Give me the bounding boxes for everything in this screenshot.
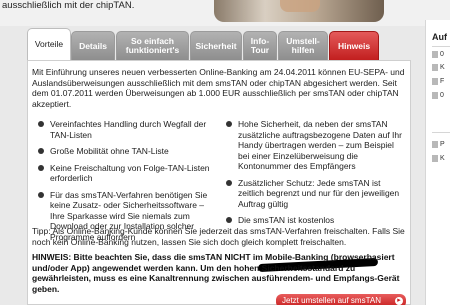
bullet-icon [38, 164, 44, 171]
bullet-icon [38, 148, 44, 154]
bullet-icon [38, 191, 44, 198]
list-item-text: Vereinfachtes Handling durch Wegfall der… [50, 119, 207, 140]
list-item: Hohe Sicherheit, da neben der smsTAN zus… [224, 119, 404, 172]
bullet-icon [226, 121, 232, 127]
document-icon [432, 51, 438, 58]
list-item: Vereinfachtes Handling durch Wegfall der… [36, 119, 214, 140]
arrow-right-icon: ▸ [395, 297, 403, 305]
tab-label: Sicherheit [195, 40, 237, 51]
tab-label: Umstell-hilfen [286, 36, 320, 55]
tab-hinweis[interactable]: Hinweis [329, 31, 379, 60]
tab-label: Info-Tour [250, 36, 270, 55]
bullet-icon [226, 217, 232, 223]
tab-content-panel: Mit Einführung unseres neuen verbesserte… [27, 60, 411, 305]
document-icon [432, 155, 438, 162]
list-item: Zusätzlicher Schutz: Jede smsTAN ist zei… [224, 178, 404, 210]
tab-details[interactable]: Details [71, 31, 115, 60]
list-item-text: Keine Freischaltung von Folge-TAN-Listen… [50, 162, 210, 184]
list-item: Große Mobilität ohne TAN-Liste [36, 146, 214, 157]
list-item-text: Die smsTAN ist kostenlos [238, 215, 335, 225]
tab-label: Vorteile [34, 39, 64, 49]
tab-umstellhilfen[interactable]: Umstell-hilfen [278, 31, 328, 60]
intro-text: Mit Einführung unseres neuen verbesserte… [32, 67, 405, 109]
tab-label: So einfach funktioniert's [125, 36, 180, 55]
tab-vorteile[interactable]: Vorteile [27, 28, 71, 60]
list-item: Die smsTAN ist kostenlos [224, 215, 404, 226]
sidebar-title: Auf [432, 32, 447, 42]
document-icon [432, 141, 438, 148]
document-icon [432, 78, 438, 85]
switch-to-smstan-button[interactable]: Jetzt umstellen auf smsTAN ▸ [276, 294, 406, 305]
tip-text: Tipp: Als Online-Banking-Kunde können Si… [32, 226, 405, 247]
bullet-icon [226, 179, 232, 186]
tab-sicherheit[interactable]: Sicherheit [190, 31, 242, 60]
list-item-text: Große Mobilität ohne TAN-Liste [50, 146, 169, 156]
sidebar-item[interactable]: 0 [440, 51, 444, 58]
tab-label: Hinweis [337, 40, 371, 51]
sidebar-item[interactable]: F [440, 78, 444, 85]
button-label: Jetzt umstellen auf smsTAN [282, 296, 381, 305]
sidebar-item[interactable]: K [440, 64, 445, 71]
bullet-icon [38, 121, 44, 127]
document-icon [432, 92, 438, 99]
hinweis-text: HINWEIS: Bitte beachten Sie, dass die sm… [32, 252, 400, 294]
list-item-text: Zusätzlicher Schutz: Jede smsTAN ist zei… [238, 177, 400, 209]
tab-so-einfach[interactable]: So einfach funktioniert's [116, 31, 189, 60]
document-icon [432, 64, 438, 71]
sidebar-item[interactable]: K [440, 155, 445, 162]
hand-photo [280, 0, 320, 12]
divider [432, 132, 450, 133]
list-item: Keine Freischaltung von Folge-TAN-Listen… [36, 163, 214, 184]
top-banner: ausschließlich mit der chipTAN. [0, 0, 450, 26]
tab-label: Details [79, 40, 107, 51]
right-benefits-list: Hohe Sicherheit, da neben der smsTAN zus… [224, 119, 404, 232]
sidebar-item[interactable]: 0 [440, 92, 444, 99]
sidebar-item[interactable]: P [440, 141, 445, 148]
divider [432, 46, 450, 47]
tab-bar: Vorteile Details So einfach funktioniert… [27, 28, 411, 60]
list-item-text: Hohe Sicherheit, da neben der smsTAN zus… [238, 119, 402, 171]
right-sidebar: Auf 0 K F 0 P K [425, 20, 450, 305]
tab-info-tour[interactable]: Info-Tour [243, 31, 277, 60]
